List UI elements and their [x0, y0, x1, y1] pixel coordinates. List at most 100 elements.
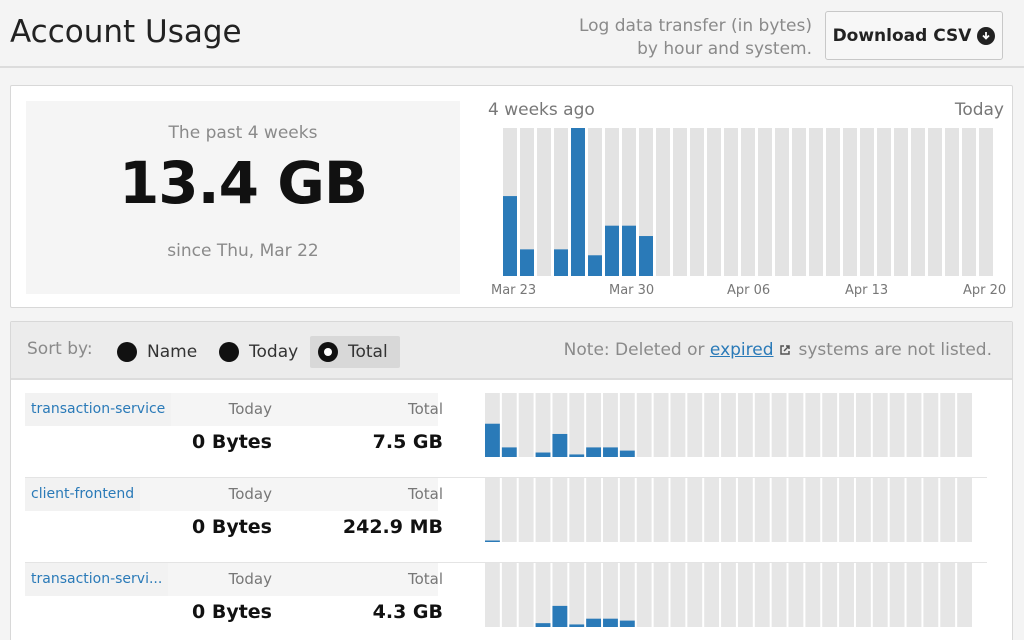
sparkline-track: [737, 563, 753, 627]
sparkline-track: [805, 563, 821, 627]
sparkline-bar[interactable]: [619, 620, 635, 627]
page-title: Account Usage: [10, 14, 242, 50]
chart-bar[interactable]: [622, 225, 636, 276]
chart-bar[interactable]: [503, 196, 517, 276]
sparkline-track: [721, 478, 736, 542]
chart-x-tick-label: Apr 06: [727, 283, 771, 298]
usage-bar-chart: [503, 128, 993, 276]
sparkline-track: [485, 478, 500, 542]
chart-bar[interactable]: [520, 249, 534, 276]
sparkline-track: [670, 393, 686, 457]
sparkline-track: [535, 563, 551, 627]
system-name-link[interactable]: transaction-service: [25, 393, 172, 426]
sparkline-track: [687, 563, 703, 627]
sparkline-bar[interactable]: [485, 423, 500, 457]
sparkline-track: [619, 563, 635, 627]
sort-option-name[interactable]: Name: [109, 336, 209, 368]
sparkline-bar[interactable]: [485, 540, 500, 543]
sparkline-track: [940, 563, 956, 627]
chart-bar[interactable]: [605, 225, 619, 276]
chart-bar-track: [826, 128, 840, 276]
sparkline-track: [737, 478, 753, 542]
sparkline-track: [670, 563, 686, 627]
chart-x-tick-label: Mar 30: [609, 283, 655, 298]
sparkline-track: [737, 393, 753, 457]
total-column-header: Total: [407, 485, 443, 503]
sparkline-track: [569, 393, 585, 457]
sparkline-bar[interactable]: [586, 618, 602, 627]
systems-panel: Sort by: Name Today Total Note: Deleted …: [10, 321, 1013, 640]
sparkline-bar[interactable]: [569, 624, 585, 627]
sparkline-bar[interactable]: [552, 433, 568, 457]
sort-option-name-label: Name: [147, 342, 198, 362]
sparkline-track: [906, 478, 922, 542]
sparkline-track: [889, 478, 905, 542]
sparkline-track: [670, 478, 686, 542]
expired-link[interactable]: expired: [710, 340, 774, 360]
chart-bar[interactable]: [588, 255, 602, 276]
sparkline-bar[interactable]: [552, 605, 568, 627]
chart-bar-track: [894, 128, 908, 276]
sparkline-track: [653, 563, 669, 627]
sparkline-bar[interactable]: [619, 450, 635, 457]
sparkline-track: [940, 478, 956, 542]
sparkline-track: [721, 393, 736, 457]
sparkline-track: [839, 393, 854, 457]
download-csv-label: Download CSV: [832, 25, 972, 46]
system-name-link[interactable]: client-frontend: [25, 478, 141, 511]
sparkline-track: [805, 478, 821, 542]
system-row: client-frontend Today Total 0 Bytes 242.9 MB: [25, 478, 987, 563]
sparkline-track: [855, 393, 871, 457]
sparkline-bar[interactable]: [586, 447, 602, 457]
page-header: Account Usage Log data transfer (in byte…: [0, 0, 1024, 68]
chart-bar-track: [775, 128, 789, 276]
sparkline-track: [754, 563, 770, 627]
sparkline-track: [687, 478, 703, 542]
sparkline-track: [619, 393, 635, 457]
chart-bar-track: [843, 128, 857, 276]
chart-x-axis: Mar 23 Mar 30 Apr 06 Apr 13 Apr 20: [481, 283, 1011, 301]
system-name-link[interactable]: transaction-servi...: [25, 563, 169, 596]
chart-bar[interactable]: [571, 128, 585, 276]
sparkline-track: [535, 393, 551, 457]
sparkline-bar[interactable]: [501, 447, 517, 457]
sparkline-bar[interactable]: [569, 454, 585, 457]
today-value: 0 Bytes: [192, 601, 272, 623]
sort-bar: Sort by: Name Today Total Note: Deleted …: [11, 322, 1012, 380]
chart-bar-track: [588, 128, 602, 276]
sparkline-track: [822, 563, 838, 627]
sparkline-track: [889, 393, 905, 457]
sort-option-total[interactable]: Total: [310, 336, 400, 368]
chart-bar-track: [690, 128, 704, 276]
sparkline-track: [788, 393, 804, 457]
chart-bar-track: [741, 128, 755, 276]
sparkline-bar[interactable]: [603, 618, 618, 627]
sparkline-track: [839, 563, 854, 627]
sparkline-track: [687, 393, 703, 457]
sparkline-track: [586, 478, 602, 542]
chart-bar[interactable]: [554, 249, 568, 276]
chart-bar-track: [928, 128, 942, 276]
sparkline-bar[interactable]: [603, 447, 618, 457]
sparkline-bar[interactable]: [535, 452, 551, 457]
chart-bar[interactable]: [639, 236, 653, 276]
period-label: The past 4 weeks: [168, 123, 318, 143]
sparkline-track: [619, 478, 635, 542]
chart-x-tick-label: Apr 13: [845, 283, 889, 298]
download-csv-button[interactable]: Download CSV: [825, 11, 1003, 60]
sort-option-today[interactable]: Today: [211, 336, 310, 368]
sparkline-bar[interactable]: [535, 623, 551, 627]
today-value: 0 Bytes: [192, 516, 272, 538]
chart-bar-track: [945, 128, 959, 276]
sparkline-track: [889, 563, 905, 627]
total-usage-value: 13.4 GB: [118, 149, 368, 217]
system-usage-sparkline: [485, 393, 972, 457]
sparkline-track: [518, 563, 534, 627]
sparkline-track: [704, 393, 720, 457]
sparkline-track: [636, 563, 652, 627]
sparkline-track: [586, 393, 602, 457]
system-row: transaction-servi... Today Total 0 Bytes 4.3…: [25, 563, 987, 640]
sparkline-track: [704, 478, 720, 542]
chart-bar-track: [979, 128, 993, 276]
range-end-label: Today: [954, 100, 1004, 120]
